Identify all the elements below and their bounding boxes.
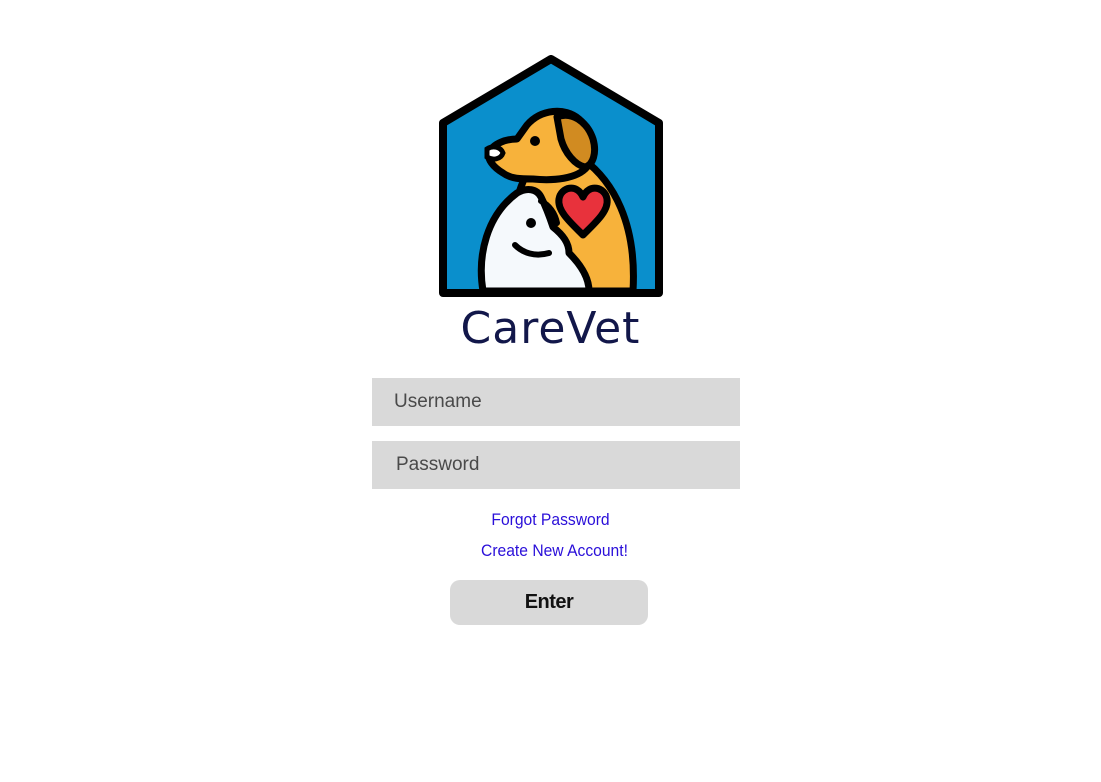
brand-name: CareVet (460, 303, 641, 354)
create-account-link[interactable]: Create New Account! (48, 541, 1061, 561)
password-input[interactable] (372, 441, 740, 489)
forgot-password-link[interactable]: Forgot Password (44, 510, 1057, 530)
enter-button[interactable]: Enter (450, 580, 648, 625)
pet-house-logo-icon (439, 55, 663, 297)
username-input[interactable] (372, 378, 740, 426)
